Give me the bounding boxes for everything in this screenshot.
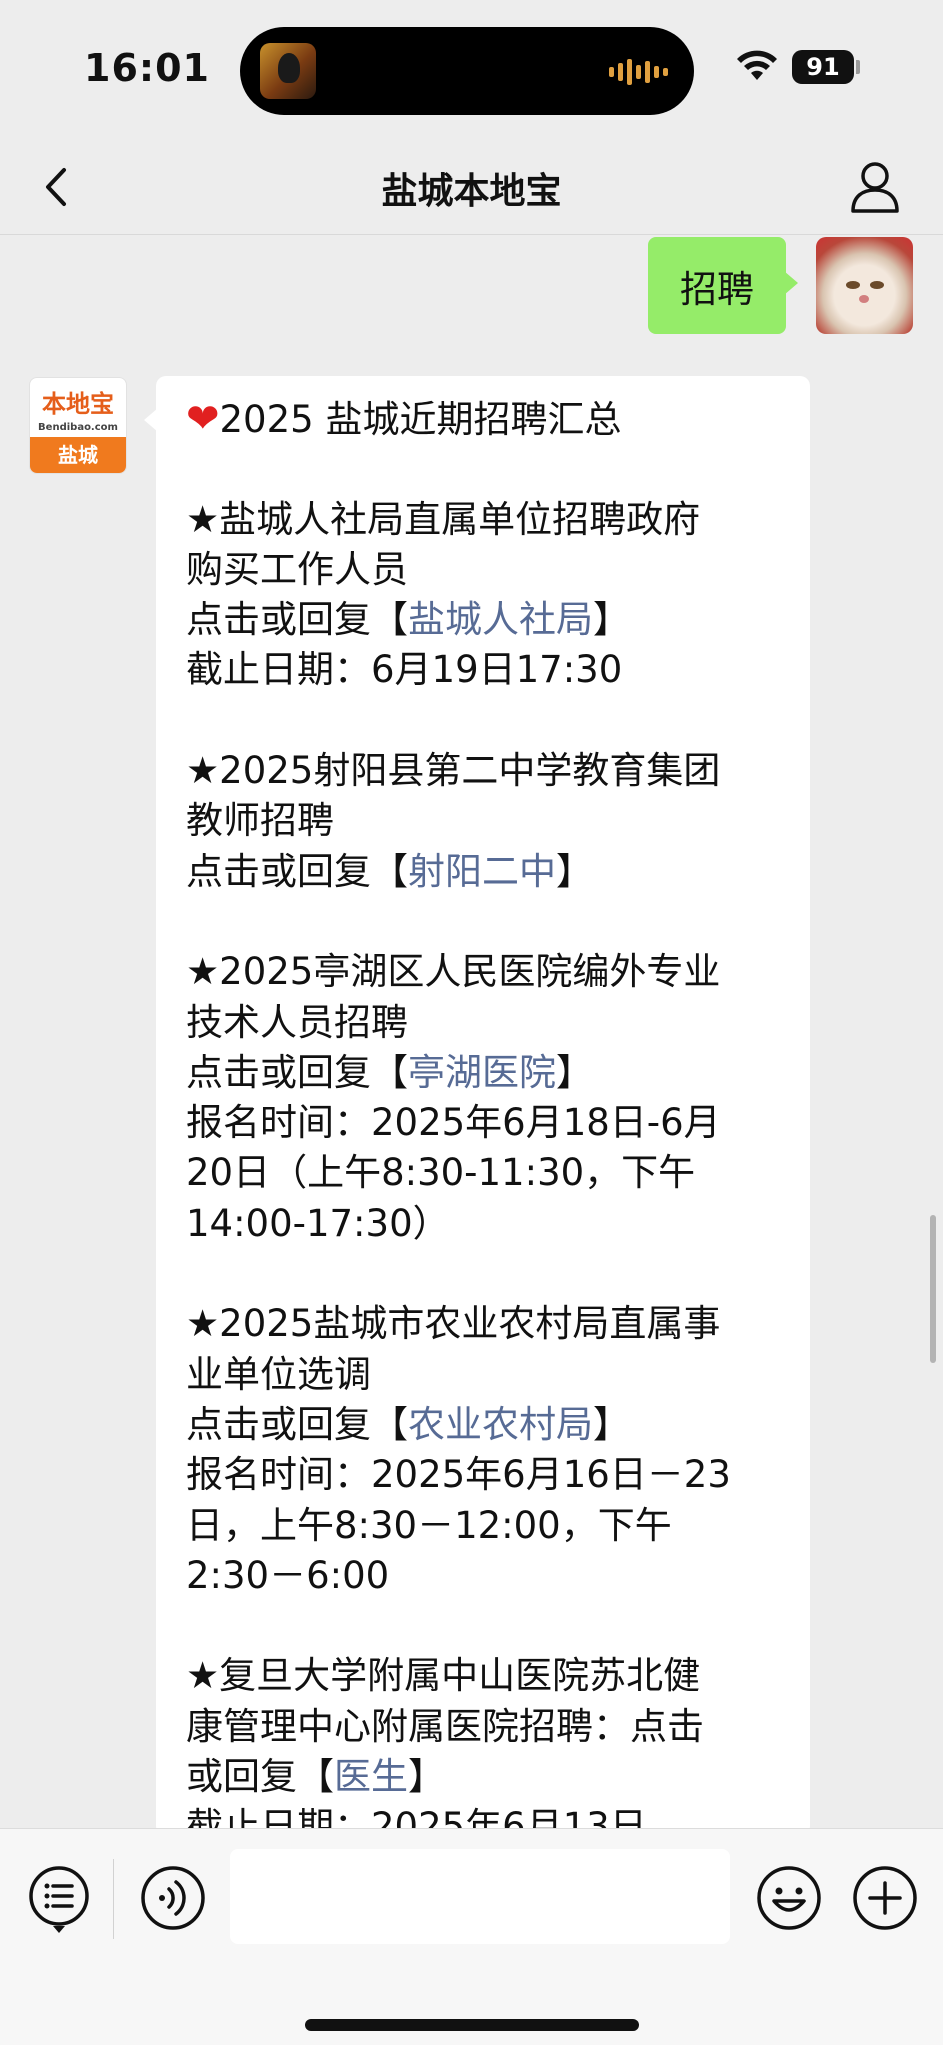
plus-icon[interactable]	[852, 1865, 918, 1931]
home-indicator[interactable]	[305, 2019, 639, 2031]
battery-icon: 91	[792, 50, 854, 84]
status-bar: 16:01 91	[0, 0, 943, 140]
status-time: 16:01	[84, 46, 210, 90]
battery-tip	[856, 60, 860, 74]
sent-message-text: 招聘	[680, 267, 754, 311]
job-detail: 14:00-17:30）	[186, 1201, 450, 1245]
heart-icon: ❤	[186, 396, 220, 442]
bot-logo-text: 本地宝	[42, 389, 114, 418]
keyword-link-doctor[interactable]: 医生	[334, 1755, 408, 1798]
job-heading: ★2025亭湖区人民医院编外专业	[186, 950, 721, 994]
voice-icon[interactable]	[140, 1865, 206, 1931]
sent-message-bubble[interactable]: 招聘	[648, 237, 798, 334]
job-action: 点击或回复【农业农村局】	[186, 1402, 630, 1446]
message-input[interactable]	[230, 1849, 730, 1944]
received-message-bubble[interactable]: ❤2025 盐城近期招聘汇总 ★盐城人社局直属单位招聘政府 购买工作人员 点击或…	[144, 376, 810, 1848]
avatar[interactable]	[816, 237, 913, 334]
job-detail: 2:30－6:00	[186, 1553, 390, 1597]
job-detail: 报名时间：2025年6月16日－23	[186, 1453, 731, 1497]
job-heading: ★复旦大学附属中山医院苏北健	[186, 1654, 701, 1698]
now-playing-artwork	[260, 43, 316, 99]
bot-avatar[interactable]: 本地宝 Bendibao.com 盐城	[29, 377, 127, 474]
job-heading: 购买工作人员	[186, 547, 408, 591]
keyword-link-yancheng-hrss[interactable]: 盐城人社局	[408, 598, 593, 641]
input-bar	[0, 1828, 943, 2045]
emoji-icon[interactable]	[756, 1865, 822, 1931]
job-detail: 截止日期：6月19日17:30	[186, 648, 623, 692]
person-icon[interactable]	[848, 158, 902, 216]
job-action: 或回复【医生】	[186, 1755, 445, 1799]
chat-header: 盐城本地宝	[0, 140, 943, 235]
page-title: 盐城本地宝	[381, 171, 562, 212]
avatar-eye-left	[846, 281, 860, 289]
keyword-link-agriculture-bureau[interactable]: 农业农村局	[408, 1403, 593, 1446]
job-heading: 技术人员招聘	[186, 1000, 408, 1044]
message-title-text: 2025 盐城近期招聘汇总	[219, 398, 622, 441]
job-action: 点击或回复【盐城人社局】	[186, 598, 630, 642]
audio-waveform-icon	[609, 57, 668, 87]
job-heading: ★2025盐城市农业农村局直属事	[186, 1302, 721, 1346]
job-action: 点击或回复【亭湖医院】	[186, 1050, 593, 1094]
job-heading: ★2025射阳县第二中学教育集团	[186, 749, 721, 793]
scrollbar[interactable]	[930, 1215, 936, 1363]
dynamic-island[interactable]	[240, 27, 694, 115]
avatar-nose	[859, 295, 869, 303]
job-heading: 业单位选调	[186, 1352, 371, 1396]
keyword-link-sheyang-school[interactable]: 射阳二中	[408, 850, 556, 893]
job-detail: 日，上午8:30－12:00，下午	[186, 1503, 672, 1547]
job-heading: 康管理中心附属医院招聘：点击	[186, 1704, 704, 1748]
job-action: 点击或回复【射阳二中】	[186, 849, 593, 893]
job-heading: ★盐城人社局直属单位招聘政府	[186, 497, 701, 541]
menu-list-icon[interactable]	[28, 1865, 90, 1935]
bot-logo-city: 盐城	[30, 437, 126, 473]
keyword-link-tinghu-hospital[interactable]: 亭湖医院	[408, 1051, 556, 1094]
avatar-eye-right	[870, 281, 884, 289]
divider	[113, 1859, 114, 1939]
job-detail: 20日（上午8:30-11:30，下午	[186, 1151, 696, 1195]
bot-logo-domain: Bendibao.com	[38, 422, 118, 433]
message-title: ❤2025 盐城近期招聘汇总	[186, 394, 786, 444]
job-heading: 教师招聘	[186, 799, 334, 843]
wifi-icon	[737, 50, 777, 80]
message-content: ❤2025 盐城近期招聘汇总 ★盐城人社局直属单位招聘政府 购买工作人员 点击或…	[186, 394, 786, 1853]
job-detail: 报名时间：2025年6月18日-6月	[186, 1101, 721, 1145]
